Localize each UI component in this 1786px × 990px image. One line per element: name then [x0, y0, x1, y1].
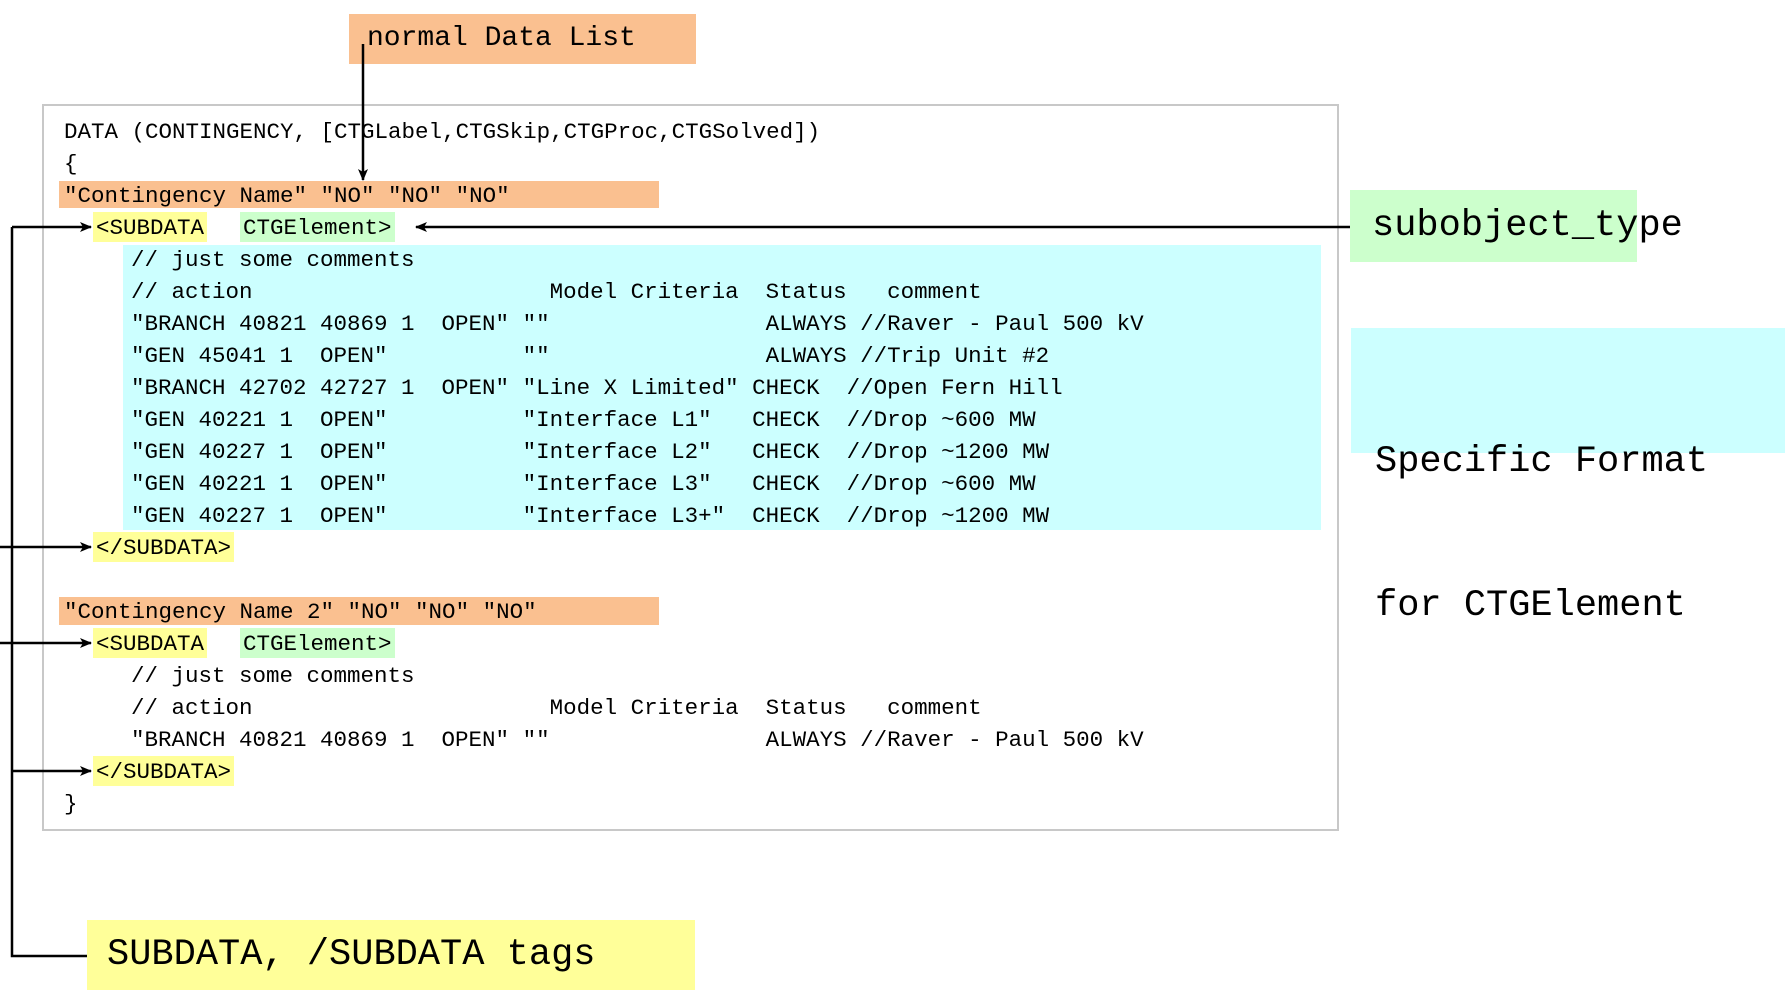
- connector-arrows: [0, 44, 1350, 958]
- subdata-bracket: [10, 227, 87, 958]
